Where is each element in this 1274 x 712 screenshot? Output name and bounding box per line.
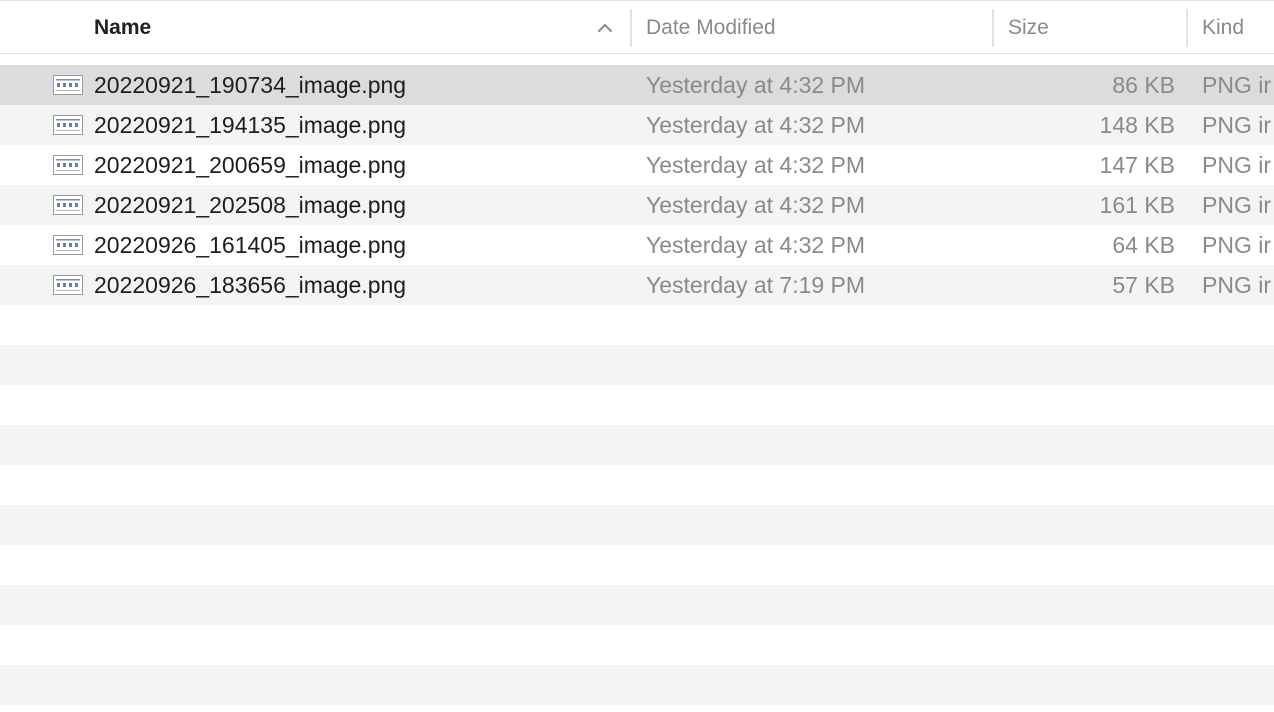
png-file-thumbnail-icon <box>53 195 83 215</box>
file-date-modified: Yesterday at 4:32 PM <box>646 192 866 218</box>
file-size: 57 KB <box>1112 272 1175 298</box>
file-kind: PNG ir <box>1202 232 1271 258</box>
file-date-modified: Yesterday at 4:32 PM <box>646 72 866 98</box>
png-file-thumbnail-icon <box>53 115 83 135</box>
empty-row <box>0 625 1274 665</box>
column-header-date-modified[interactable]: Date Modified <box>646 1 991 54</box>
file-name: 20220921_190734_image.png <box>94 72 407 98</box>
png-file-thumbnail-icon <box>53 75 83 95</box>
empty-row <box>0 305 1274 345</box>
empty-row <box>0 505 1274 545</box>
empty-row <box>0 545 1274 585</box>
column-header-name[interactable]: Name <box>94 1 630 54</box>
file-kind: PNG ir <box>1202 272 1271 298</box>
file-size: 161 KB <box>1099 192 1175 218</box>
file-name: 20220926_161405_image.png <box>94 232 407 258</box>
file-row[interactable]: 20220921_190734_image.png Yesterday at 4:… <box>0 65 1274 105</box>
png-file-thumbnail-icon <box>53 155 83 175</box>
file-date-modified: Yesterday at 7:19 PM <box>646 272 866 298</box>
file-date-modified: Yesterday at 4:32 PM <box>646 232 866 258</box>
column-header-kind[interactable]: Kind <box>1202 1 1274 54</box>
file-name: 20220921_202508_image.png <box>94 192 407 218</box>
file-kind: PNG ir <box>1202 72 1271 98</box>
file-row[interactable]: 20220926_183656_image.png Yesterday at 7:… <box>0 265 1274 305</box>
file-name: 20220921_194135_image.png <box>94 112 407 138</box>
png-file-thumbnail-icon <box>53 235 83 255</box>
column-divider[interactable] <box>630 9 632 47</box>
empty-row <box>0 385 1274 425</box>
file-row[interactable]: 20220921_194135_image.png Yesterday at 4:… <box>0 105 1274 145</box>
file-size: 148 KB <box>1099 112 1175 138</box>
column-header-bar: Name Date Modified Size Kind <box>0 0 1274 54</box>
file-row[interactable]: 20220921_200659_image.png Yesterday at 4:… <box>0 145 1274 185</box>
file-kind: PNG ir <box>1202 192 1271 218</box>
empty-row <box>0 465 1274 505</box>
empty-row <box>0 425 1274 465</box>
file-row[interactable]: 20220921_202508_image.png Yesterday at 4:… <box>0 185 1274 225</box>
empty-row <box>0 345 1274 385</box>
file-date-modified: Yesterday at 4:32 PM <box>646 152 866 178</box>
file-size: 86 KB <box>1112 72 1175 98</box>
column-divider[interactable] <box>992 9 994 47</box>
png-file-thumbnail-icon <box>53 275 83 295</box>
empty-row <box>0 585 1274 625</box>
file-size: 147 KB <box>1099 152 1175 178</box>
file-row[interactable]: 20220926_161405_image.png Yesterday at 4:… <box>0 225 1274 265</box>
file-name: 20220926_183656_image.png <box>94 272 407 298</box>
finder-list-view: Name Date Modified Size Kind 20220921_19… <box>0 0 1274 712</box>
file-kind: PNG ir <box>1202 152 1271 178</box>
file-date-modified: Yesterday at 4:32 PM <box>646 112 866 138</box>
chevron-up-icon[interactable] <box>596 19 614 37</box>
file-name: 20220921_200659_image.png <box>94 152 407 178</box>
file-size: 64 KB <box>1112 232 1175 258</box>
empty-row <box>0 665 1274 705</box>
file-list: 20220921_190734_image.png Yesterday at 4:… <box>0 65 1274 712</box>
column-divider[interactable] <box>1186 9 1188 47</box>
file-kind: PNG ir <box>1202 112 1271 138</box>
column-header-size[interactable]: Size <box>1008 1 1186 54</box>
